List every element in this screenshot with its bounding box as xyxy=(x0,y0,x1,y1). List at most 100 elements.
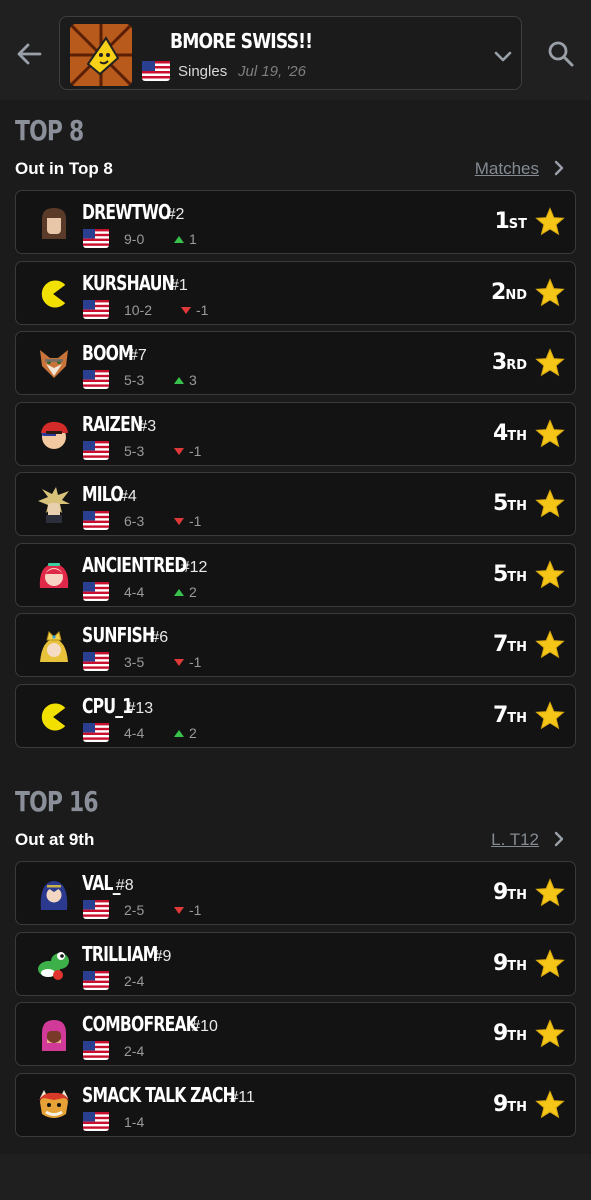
star-icon[interactable] xyxy=(535,630,565,665)
placement-number: 1 xyxy=(494,209,509,234)
placement-suffix: TH xyxy=(507,1100,527,1115)
seed-trend: 1 xyxy=(174,231,197,247)
player-name-wrap: DREWTWO#2 xyxy=(82,200,213,224)
player-name[interactable]: DREWTWO xyxy=(82,200,171,224)
player-name[interactable]: TRILLIAM xyxy=(82,942,158,966)
trend-down-icon xyxy=(181,307,191,314)
player-name-wrap: COMBOFREAK#10 xyxy=(82,1012,256,1036)
chevron-right-icon[interactable] xyxy=(550,829,568,849)
seed-trend: -1 xyxy=(181,302,208,318)
placement-suffix: TH xyxy=(507,959,527,974)
star-icon[interactable] xyxy=(535,701,565,736)
us-flag-icon xyxy=(142,61,170,81)
player-name[interactable]: SMACK TALK ZACH xyxy=(82,1083,236,1107)
trend-down-icon xyxy=(174,448,184,455)
player-row[interactable]: COMBOFREAK#10 2-4 9TH xyxy=(15,1002,576,1066)
trend-down-icon xyxy=(174,518,184,525)
event-logo-icon xyxy=(70,24,132,86)
placement-number: 4 xyxy=(492,421,508,446)
pacman-icon xyxy=(36,276,72,312)
player-name-wrap: BOOM#7 xyxy=(82,341,165,365)
placement: 4TH xyxy=(493,421,527,446)
player-name[interactable]: CPU_1 xyxy=(82,694,133,718)
trend-down-icon xyxy=(174,659,184,666)
trend-up-icon xyxy=(174,377,184,384)
us-flag-icon xyxy=(83,652,109,676)
seed-trend: 3 xyxy=(174,372,197,388)
star-icon[interactable] xyxy=(535,489,565,524)
star-icon[interactable] xyxy=(535,419,565,454)
player-name-wrap: TRILLIAM#9 xyxy=(82,942,197,966)
seed-trend: 2 xyxy=(174,584,197,600)
player-name[interactable]: COMBOFREAK xyxy=(82,1012,198,1036)
placement: 1ST xyxy=(494,209,527,234)
us-flag-icon xyxy=(83,300,109,324)
player-row[interactable]: MILO#4 6-3 -1 5TH xyxy=(15,472,576,536)
player-name[interactable]: ANCIENTRED xyxy=(82,553,187,577)
event-date: Jul 19, '26 xyxy=(238,63,306,80)
us-flag-icon xyxy=(83,1041,109,1065)
placement-suffix: RD xyxy=(506,358,527,373)
player-row[interactable]: KURSHAUN#1 10-2 -1 2ND xyxy=(15,261,576,325)
placement-suffix: TH xyxy=(507,711,527,726)
player-name[interactable]: MILO xyxy=(82,482,124,506)
star-icon[interactable] xyxy=(535,1090,565,1125)
event-type: Singles xyxy=(178,63,228,80)
player-row[interactable]: ANCIENTRED#12 4-4 2 5TH xyxy=(15,543,576,607)
player-name[interactable]: KURSHAUN xyxy=(82,271,175,295)
seed-trend: -1 xyxy=(174,513,201,529)
star-icon[interactable] xyxy=(535,348,565,383)
star-icon[interactable] xyxy=(535,949,565,984)
player-row[interactable]: SUNFISH#6 3-5 -1 7TH xyxy=(15,613,576,677)
bowser-icon xyxy=(36,1088,72,1124)
player-row[interactable]: RAIZEN#3 5-3 -1 4TH xyxy=(15,402,576,466)
player-record: 10-2 xyxy=(124,302,153,318)
seed-trend: -1 xyxy=(174,443,201,459)
player-name-wrap: VAL_#8 xyxy=(82,871,148,895)
event-title: BMORE SWISS!! xyxy=(170,29,313,53)
player-name[interactable]: VAL_ xyxy=(82,871,120,895)
top-bar: BMORE SWISS!! Singles Jul 19, '26 xyxy=(0,0,591,100)
star-icon[interactable] xyxy=(535,278,565,313)
placement: 9TH xyxy=(493,880,527,905)
losers-match-link[interactable]: L. T12 xyxy=(491,830,539,850)
star-icon[interactable] xyxy=(535,878,565,913)
star-icon[interactable] xyxy=(535,1019,565,1054)
player-name[interactable]: RAIZEN xyxy=(82,412,143,436)
us-flag-icon xyxy=(83,370,109,394)
player-name[interactable]: BOOM xyxy=(82,341,134,365)
star-icon[interactable] xyxy=(535,207,565,242)
player-record: 2-4 xyxy=(124,1043,145,1059)
star-icon[interactable] xyxy=(535,560,565,595)
player-row[interactable]: BOOM#7 5-3 3 3RD xyxy=(15,331,576,395)
back-arrow-icon[interactable] xyxy=(13,38,45,70)
placement-number: 2 xyxy=(491,280,506,305)
fox-icon xyxy=(36,346,72,382)
placement-suffix: TH xyxy=(507,570,527,585)
placement-number: 9 xyxy=(492,880,508,905)
placement: 5TH xyxy=(493,562,527,587)
player-name[interactable]: SUNFISH xyxy=(82,623,155,647)
player-row[interactable]: TRILLIAM#9 2-4 9TH xyxy=(15,932,576,996)
event-selector[interactable]: BMORE SWISS!! Singles Jul 19, '26 xyxy=(59,16,522,90)
us-flag-icon xyxy=(83,441,109,465)
seed-trend: -1 xyxy=(174,654,201,670)
standings-page: BMORE SWISS!! Singles Jul 19, '26 TOP 8 … xyxy=(0,0,591,1200)
player-row[interactable]: CPU_1#13 4-4 2 7TH xyxy=(15,684,576,748)
player-row[interactable]: DREWTWO#2 9-0 1 1ST xyxy=(15,190,576,254)
chevron-right-icon[interactable] xyxy=(550,158,568,178)
seed-trend: 2 xyxy=(174,725,197,741)
us-flag-icon xyxy=(83,582,109,606)
trend-down-icon xyxy=(174,907,184,914)
placement-suffix: TH xyxy=(507,499,527,514)
chevron-down-icon[interactable] xyxy=(492,45,514,67)
placement-number: 9 xyxy=(492,951,508,976)
matches-link[interactable]: Matches xyxy=(475,159,539,179)
standings-content: TOP 8 Out in Top 8 Matches TOP 16 Out at… xyxy=(0,100,591,1154)
player-name-wrap: MILO#4 xyxy=(82,482,152,506)
player-row[interactable]: SMACK TALK ZACH#11 1-4 9TH xyxy=(15,1073,576,1137)
placement: 7TH xyxy=(493,703,527,728)
search-icon[interactable] xyxy=(545,38,577,70)
placement-suffix: TH xyxy=(507,888,527,903)
player-row[interactable]: VAL_#8 2-5 -1 9TH xyxy=(15,861,576,925)
